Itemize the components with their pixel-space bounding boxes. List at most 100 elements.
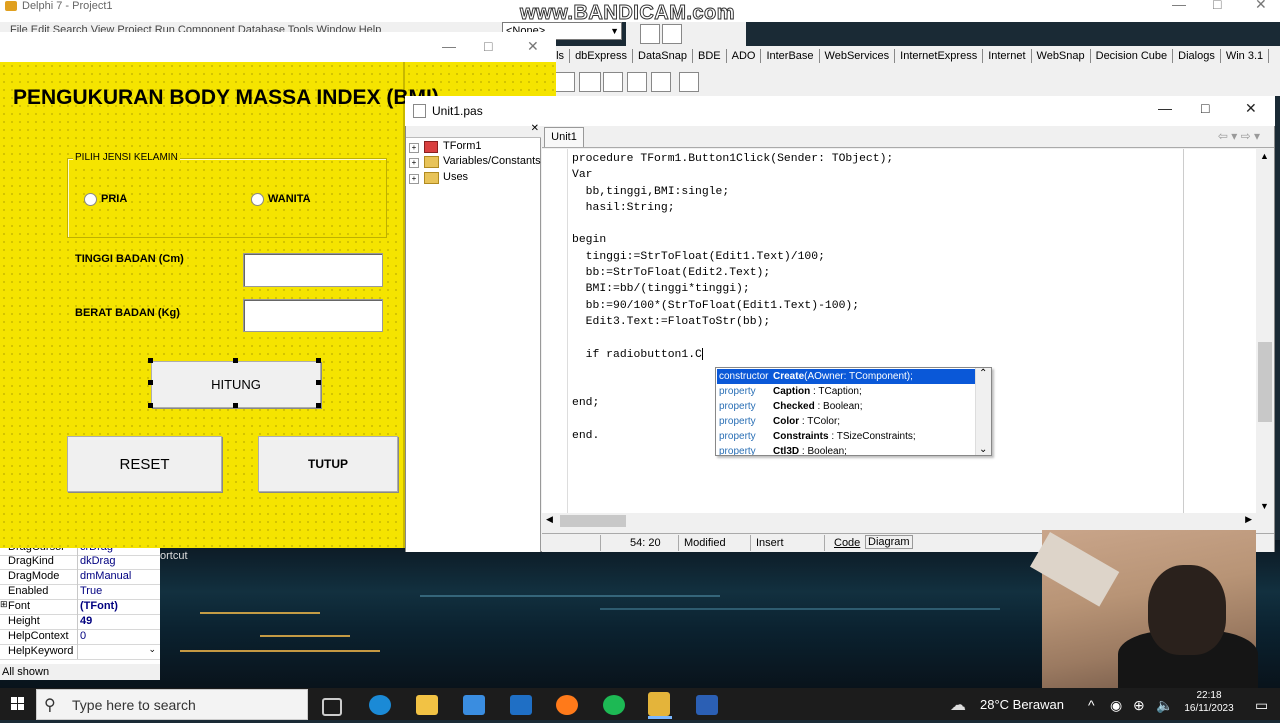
component-icon[interactable] [679,72,699,92]
selection-handle[interactable] [316,403,321,408]
chevron-down-icon[interactable]: ▼ [610,23,619,39]
tinggi-input[interactable] [243,253,383,287]
record-icon[interactable]: ◉ [1110,697,1122,714]
volume-icon[interactable]: 🔈 [1156,697,1173,714]
completion-scrollbar[interactable]: ⌃ ⌄ [975,368,991,455]
completion-item[interactable]: property Caption : TCaption; [717,384,975,399]
spotify-icon[interactable] [603,695,625,715]
palette-tab[interactable]: BDE [693,49,727,63]
completion-item[interactable]: property Color : TColor; [717,414,975,429]
selection-handle[interactable] [233,403,238,408]
vertical-scrollbar[interactable]: ▲ ▼ [1256,149,1274,513]
maximize-icon[interactable]: □ [1213,0,1221,12]
radio-pria[interactable] [84,193,97,206]
inspector-row[interactable]: HelpContext 0 [0,629,160,645]
inspector-row[interactable]: DragKind dkDrag [0,554,160,570]
palette-tab[interactable]: WebServices [820,49,896,63]
berat-input[interactable] [243,299,383,332]
completion-item[interactable]: property Constraints : TSizeConstraints; [717,429,975,444]
inspector-row[interactable]: Height 49 [0,614,160,630]
palette-tab[interactable]: Win 3.1 [1221,49,1270,63]
horizontal-scrollbar[interactable]: ◀ ▶ [542,513,1256,529]
network-icon[interactable]: ⊕ [1133,697,1145,714]
palette-tab[interactable]: dbExpress [570,49,634,63]
edge-icon[interactable] [369,695,391,715]
inspector-row[interactable]: Enabled True [0,584,160,600]
component-palette-tabs[interactable]: pls dbExpress DataSnap BDE ADO InterBase… [545,46,1280,66]
notification-icon[interactable]: ▭ [1255,697,1268,714]
component-icon[interactable] [555,72,575,92]
completion-item[interactable]: property Checked : Boolean; [717,399,975,414]
code-completion-list[interactable]: constructor Create(AOwner: TComponent); p… [715,367,992,456]
palette-tab[interactable]: InterBase [761,49,820,63]
maximize-icon[interactable]: □ [484,38,492,54]
windows-start-icon[interactable] [0,688,36,720]
mail-icon[interactable] [510,695,532,715]
close-icon[interactable]: ✕ [531,123,539,134]
vertical-scroll-thumb[interactable] [1258,342,1272,422]
maximize-icon[interactable]: □ [1201,100,1209,116]
chevron-down-icon[interactable]: ⌄ [148,644,156,655]
component-icon[interactable] [579,72,601,92]
firefox-icon[interactable] [556,695,578,715]
close-icon[interactable]: ✕ [527,38,539,55]
chevron-up-icon[interactable]: ^ [1088,697,1095,713]
palette-tab[interactable]: Dialogs [1173,49,1221,63]
component-icon[interactable] [627,72,647,92]
minimize-icon[interactable]: — [442,38,456,54]
expand-icon[interactable]: + [409,158,419,168]
selection-handle[interactable] [233,358,238,363]
tutup-button[interactable]: TUTUP [258,436,398,492]
palette-tab[interactable]: WebSnap [1032,49,1091,63]
selection-handle[interactable] [316,380,321,385]
inspector-row[interactable]: ⊞ Font (TFont) [0,599,160,615]
tab-unit1[interactable]: Unit1 [544,127,584,147]
palette-tab[interactable]: Decision Cube [1091,49,1174,63]
horizontal-scroll-thumb[interactable] [560,515,626,527]
search-placeholder[interactable]: Type here to search [72,697,196,713]
taskbar-clock[interactable]: 22:18 16/11/2023 [1180,689,1238,715]
radio-pria-label[interactable]: PRIA [101,193,127,205]
minimize-icon[interactable]: — [1172,0,1186,12]
completion-item[interactable]: constructor Create(AOwner: TComponent); [717,369,975,384]
palette-tab[interactable]: ADO [727,49,762,63]
toolbar-icon[interactable] [662,24,682,44]
file-explorer-icon[interactable] [416,695,438,715]
delphi-taskbar-icon[interactable] [648,692,670,716]
reset-button[interactable]: RESET [67,436,222,492]
tree-item[interactable]: TForm1 [443,140,482,152]
component-icon[interactable] [651,72,671,92]
hitung-button[interactable]: HITUNG [151,361,321,408]
expand-icon[interactable]: + [409,174,419,184]
selection-handle[interactable] [148,380,153,385]
palette-tab[interactable]: DataSnap [633,49,693,63]
toolbar-area [626,22,746,46]
nav-arrows-icon[interactable]: ⇦ ▾ ⇨ ▾ [1218,129,1260,143]
store-icon[interactable] [463,695,485,715]
tab-code[interactable]: Code [834,537,860,549]
radio-wanita[interactable] [251,193,264,206]
inspector-row[interactable]: HelpKeyword ⌄ [0,644,160,660]
radio-wanita-label[interactable]: WANITA [268,193,311,205]
close-icon[interactable]: ✕ [1245,100,1257,117]
tree-item[interactable]: Uses [443,171,468,183]
toolbar-icon[interactable] [640,24,660,44]
expand-icon[interactable]: + [409,143,419,153]
word-icon[interactable] [696,695,718,715]
selection-handle[interactable] [316,358,321,363]
minimize-icon[interactable]: — [1158,100,1172,116]
selection-handle[interactable] [148,358,153,363]
task-view-icon[interactable] [322,698,342,716]
selection-handle[interactable] [148,403,153,408]
tab-diagram[interactable]: Diagram [865,535,913,549]
palette-tab[interactable]: InternetExpress [895,49,984,63]
weather-text[interactable]: 28°C Berawan [980,697,1064,712]
palette-tab[interactable]: Internet [983,49,1032,63]
expand-icon[interactable]: ⊞ [0,599,8,610]
close-icon[interactable]: ✕ [1255,0,1267,13]
completion-item[interactable]: property Ctl3D : Boolean; [717,444,975,455]
folder-icon [424,172,439,184]
tree-item[interactable]: Variables/Constants [443,155,541,167]
component-icon[interactable] [603,72,623,92]
inspector-row[interactable]: DragMode dmManual [0,569,160,585]
